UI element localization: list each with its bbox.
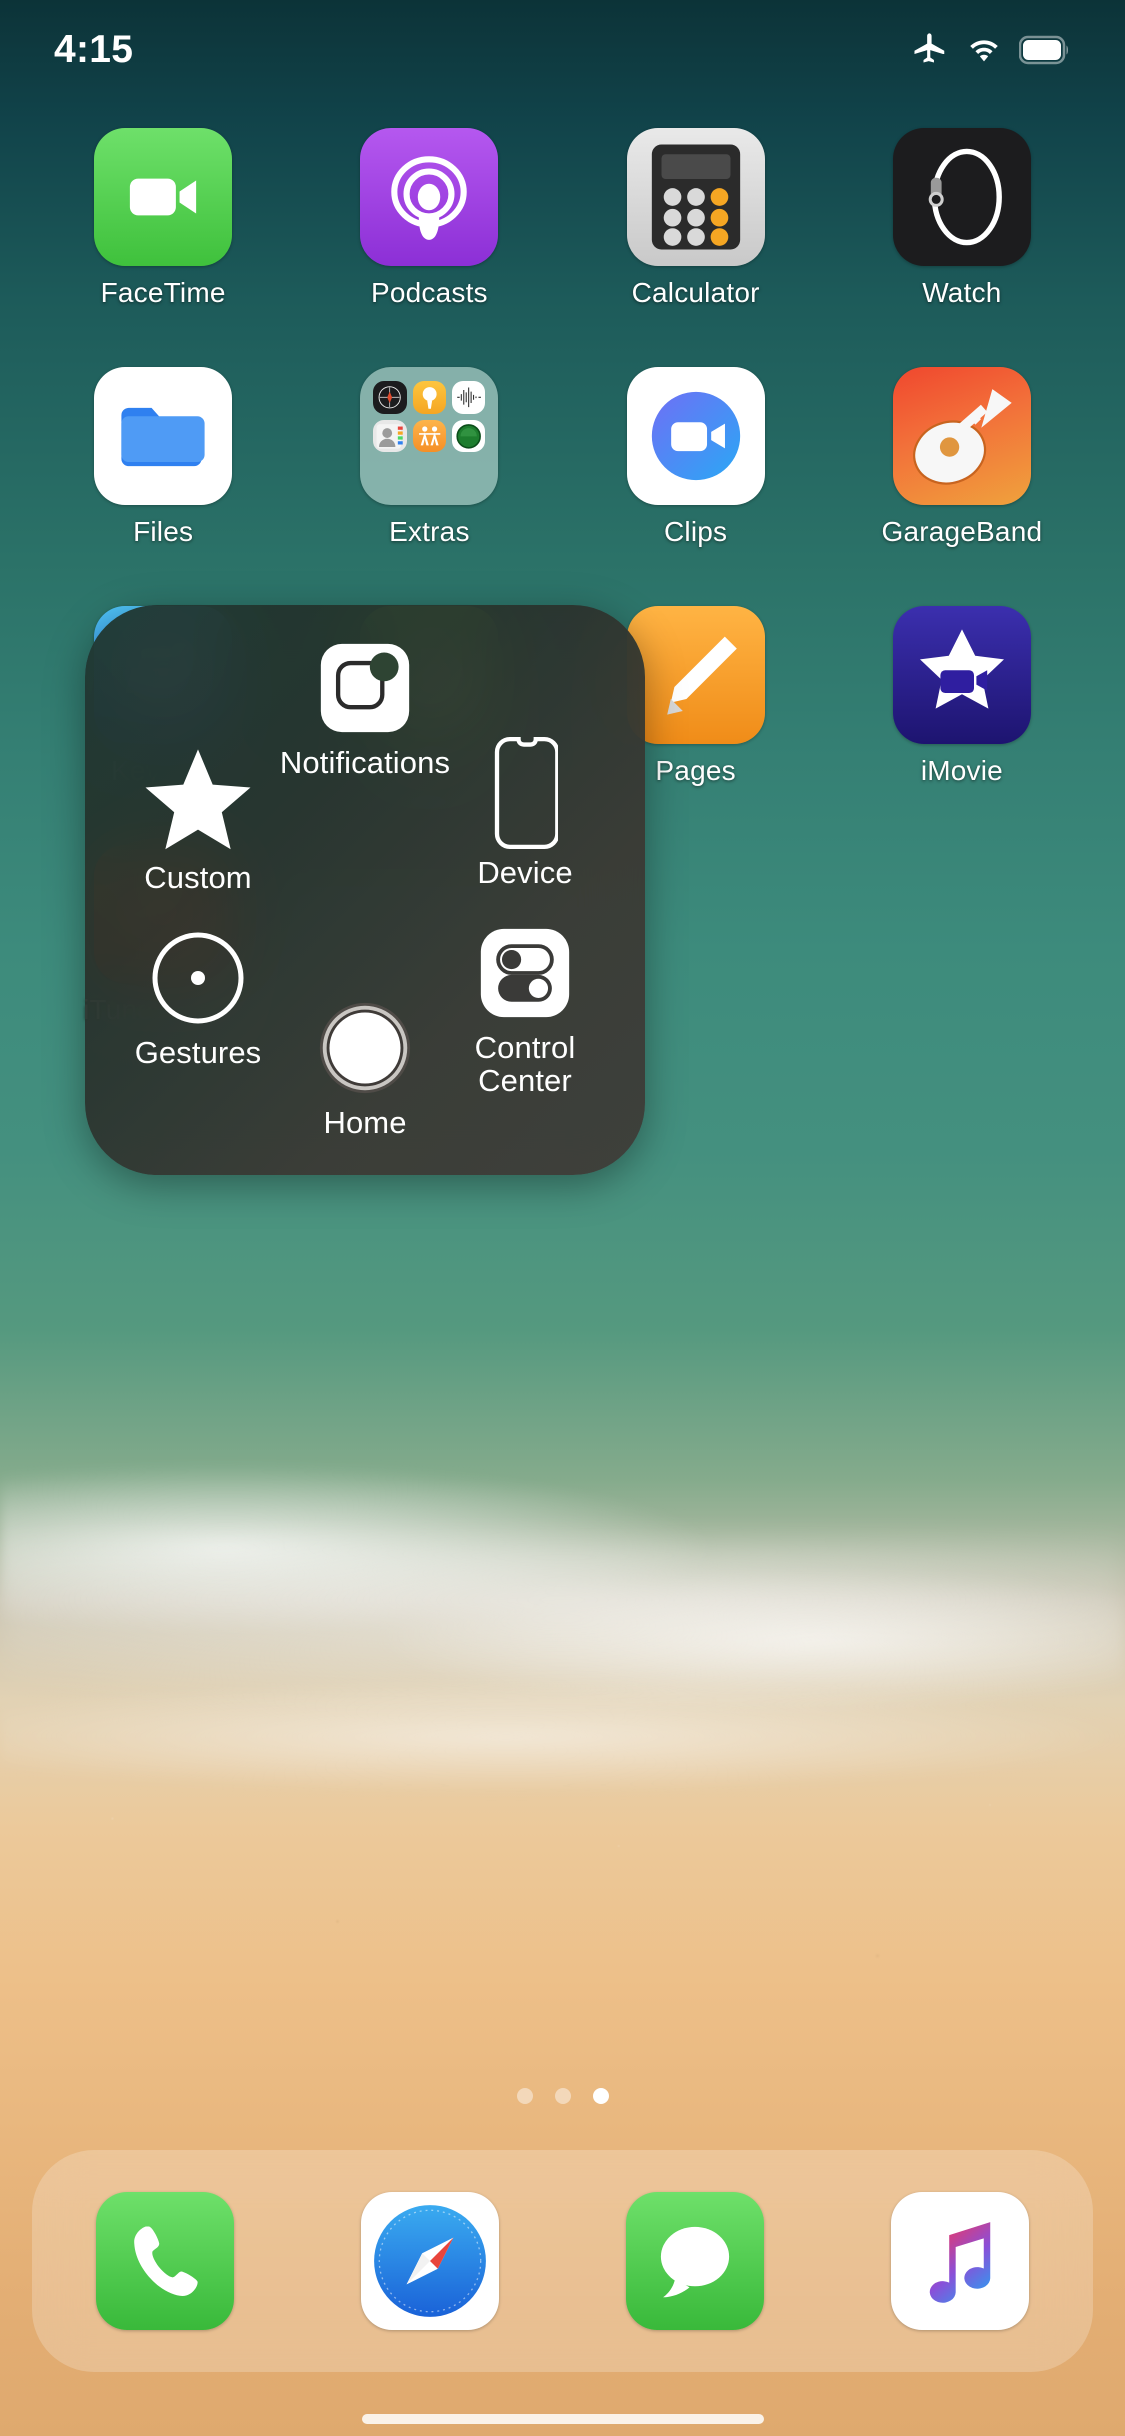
watch-icon[interactable]: [893, 128, 1031, 266]
app-garageband[interactable]: GarageBand: [829, 367, 1095, 548]
app-label: Calculator: [632, 277, 760, 309]
app-clips[interactable]: Clips: [563, 367, 829, 548]
battery-icon: [1019, 35, 1071, 65]
assistive-item-control-center[interactable]: Control Center: [430, 925, 620, 1098]
assistive-item-device[interactable]: Device: [430, 740, 620, 889]
app-imovie[interactable]: iMovie: [829, 606, 1095, 787]
assistive-item-label: Device: [477, 856, 572, 889]
control-center-icon: [477, 925, 573, 1021]
safari-icon[interactable]: [361, 2192, 499, 2330]
app-empty-slot: [829, 845, 1095, 1026]
app-facetime[interactable]: FaceTime: [30, 128, 296, 309]
music-icon[interactable]: [891, 2192, 1029, 2330]
assistive-item-label: Home: [323, 1106, 406, 1139]
app-label: Pages: [655, 755, 735, 787]
assistive-touch-menu: Notifications Custom Device Gestures: [85, 605, 645, 1175]
assistive-item-label: Custom: [144, 861, 251, 894]
app-watch[interactable]: Watch: [829, 128, 1095, 309]
page-dot-1[interactable]: [517, 2088, 533, 2104]
app-files[interactable]: Files: [30, 367, 296, 548]
home-indicator[interactable]: [362, 2414, 764, 2424]
home-app-icon: [413, 420, 446, 453]
wifi-icon: [965, 31, 1003, 69]
app-label: FaceTime: [101, 277, 226, 309]
app-label: Files: [133, 516, 193, 548]
gestures-circle-icon: [148, 930, 248, 1026]
status-bar: 4:15: [0, 0, 1125, 92]
page-indicator-dots[interactable]: [0, 2088, 1125, 2104]
app-label: Watch: [922, 277, 1001, 309]
app-label: Podcasts: [371, 277, 488, 309]
app-label: Clips: [664, 516, 727, 548]
app-podcasts[interactable]: Podcasts: [296, 128, 562, 309]
contacts-icon: [373, 420, 406, 453]
folder-mini-grid: [360, 367, 498, 505]
measure-icon: [452, 420, 485, 453]
pages-icon[interactable]: [627, 606, 765, 744]
tips-icon: [413, 381, 446, 414]
page-dot-3[interactable]: [593, 2088, 609, 2104]
compass-icon: [373, 381, 406, 414]
garageband-icon[interactable]: [893, 367, 1031, 505]
messages-icon[interactable]: [626, 2192, 764, 2330]
airplane-mode-icon: [911, 31, 949, 69]
status-bar-time: 4:15: [54, 20, 133, 72]
app-calculator[interactable]: Calculator: [563, 128, 829, 309]
app-extras-folder[interactable]: Extras: [296, 367, 562, 548]
home-button-icon: [317, 1000, 413, 1096]
phone-icon[interactable]: [96, 2192, 234, 2330]
podcasts-icon[interactable]: [360, 128, 498, 266]
app-label: GarageBand: [881, 516, 1042, 548]
assistive-item-gestures[interactable]: Gestures: [103, 930, 293, 1069]
status-bar-indicators: [911, 23, 1071, 69]
clips-icon[interactable]: [627, 367, 765, 505]
page-dot-2[interactable]: [555, 2088, 571, 2104]
voice-memos-icon: [452, 381, 485, 414]
app-label: iMovie: [921, 755, 1003, 787]
imovie-icon[interactable]: [893, 606, 1031, 744]
assistive-item-label: Notifications: [280, 746, 450, 779]
extras-folder-icon[interactable]: [360, 367, 498, 505]
calculator-icon[interactable]: [627, 128, 765, 266]
assistive-item-label: Gestures: [135, 1036, 262, 1069]
facetime-icon[interactable]: [94, 128, 232, 266]
dock: [32, 2150, 1093, 2372]
device-iphone-icon: [492, 740, 558, 846]
star-icon: [139, 755, 257, 851]
assistive-item-label: Control Center: [430, 1031, 620, 1098]
app-label: Extras: [389, 516, 470, 548]
assistive-item-custom[interactable]: Custom: [103, 755, 293, 894]
files-icon[interactable]: [94, 367, 232, 505]
notifications-icon: [317, 640, 413, 736]
